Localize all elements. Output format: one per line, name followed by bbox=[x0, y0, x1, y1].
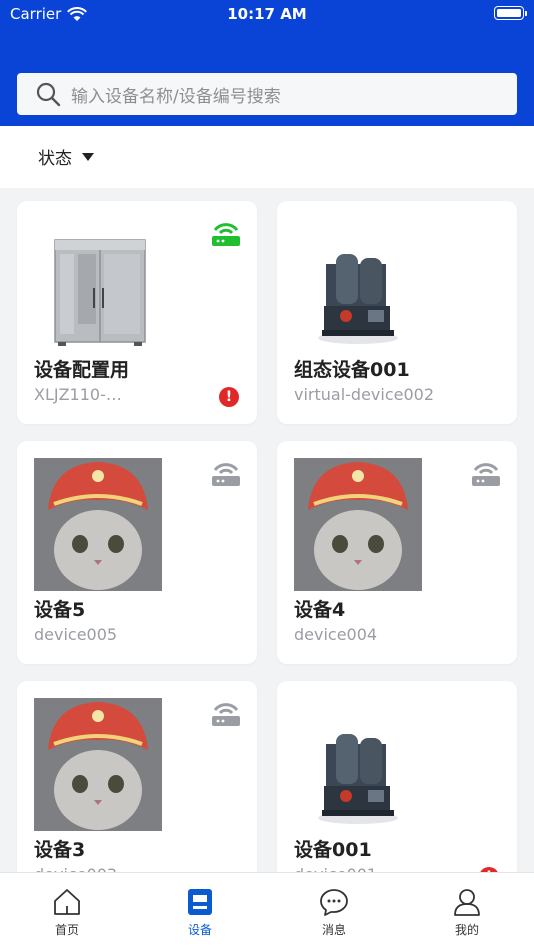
battery-icon bbox=[494, 6, 527, 20]
device-code: device001 bbox=[294, 865, 474, 872]
device-name: 设备5 bbox=[34, 599, 86, 621]
device-card[interactable]: 设备001 device001 ! bbox=[277, 681, 517, 872]
device-card[interactable]: 设备4 device004 bbox=[277, 441, 517, 664]
search-icon bbox=[36, 82, 61, 107]
device-grid: 设备配置用 XLJZ110-… ! 组态设备001 virtual-device… bbox=[0, 188, 534, 872]
device-code: XLJZ110-… bbox=[34, 385, 122, 404]
alert-icon: ! bbox=[219, 387, 239, 407]
device-name: 设备配置用 bbox=[34, 359, 130, 381]
tab-messages-label: 消息 bbox=[321, 923, 346, 937]
industrial-machine-image bbox=[318, 254, 398, 344]
message-icon bbox=[320, 889, 348, 916]
bottom-tab-bar: 首页 设备 消息 我的 bbox=[0, 872, 534, 950]
device-name: 设备3 bbox=[34, 839, 86, 861]
caret-down-icon bbox=[82, 152, 94, 161]
status-time: 10:17 AM bbox=[227, 5, 307, 23]
search-input[interactable]: 输入设备名称/设备编号搜索 bbox=[17, 73, 517, 115]
device-name: 设备4 bbox=[294, 599, 346, 621]
device-code: device005 bbox=[34, 625, 118, 644]
tab-messages[interactable]: 消息 bbox=[294, 887, 374, 938]
cat-photo-image bbox=[34, 458, 162, 591]
status-filter-dropdown[interactable]: 状态 bbox=[38, 144, 94, 169]
tab-profile[interactable]: 我的 bbox=[427, 887, 507, 938]
device-card[interactable]: 设备3 device003 bbox=[17, 681, 257, 872]
tab-home-label: 首页 bbox=[54, 923, 79, 937]
search-placeholder: 输入设备名称/设备编号搜索 bbox=[71, 86, 281, 107]
tab-device[interactable]: 设备 bbox=[160, 887, 240, 938]
network-offline-icon bbox=[212, 703, 240, 726]
fridge-cabinet-image bbox=[54, 239, 146, 346]
device-card[interactable]: 设备配置用 XLJZ110-… ! bbox=[17, 201, 257, 424]
user-icon bbox=[454, 889, 480, 916]
status-filter-label: 状态 bbox=[38, 149, 72, 169]
device-name: 组态设备001 bbox=[294, 359, 410, 381]
status-bar: Carrier 10:17 AM bbox=[0, 0, 534, 28]
tab-device-label: 设备 bbox=[187, 923, 212, 937]
device-card[interactable]: 组态设备001 virtual-device002 bbox=[277, 201, 517, 424]
network-online-icon bbox=[212, 223, 240, 246]
filter-bar: 状态 bbox=[0, 126, 534, 188]
tab-home[interactable]: 首页 bbox=[27, 887, 107, 938]
tab-profile-label: 我的 bbox=[454, 923, 479, 937]
device-icon bbox=[188, 889, 212, 915]
device-code: device004 bbox=[294, 625, 378, 644]
network-offline-icon bbox=[472, 463, 500, 486]
device-code: virtual-device002 bbox=[294, 385, 435, 404]
home-icon bbox=[54, 889, 80, 915]
cat-photo-image bbox=[34, 698, 162, 831]
device-code: device003 bbox=[34, 865, 214, 872]
top-header: Carrier 10:17 AM 输入设备名称/设备编号搜索 bbox=[0, 0, 534, 126]
cat-photo-image bbox=[294, 458, 422, 591]
industrial-machine-image bbox=[318, 734, 398, 824]
network-offline-icon bbox=[212, 463, 240, 486]
device-name: 设备001 bbox=[294, 839, 372, 861]
device-card[interactable]: 设备5 device005 bbox=[17, 441, 257, 664]
